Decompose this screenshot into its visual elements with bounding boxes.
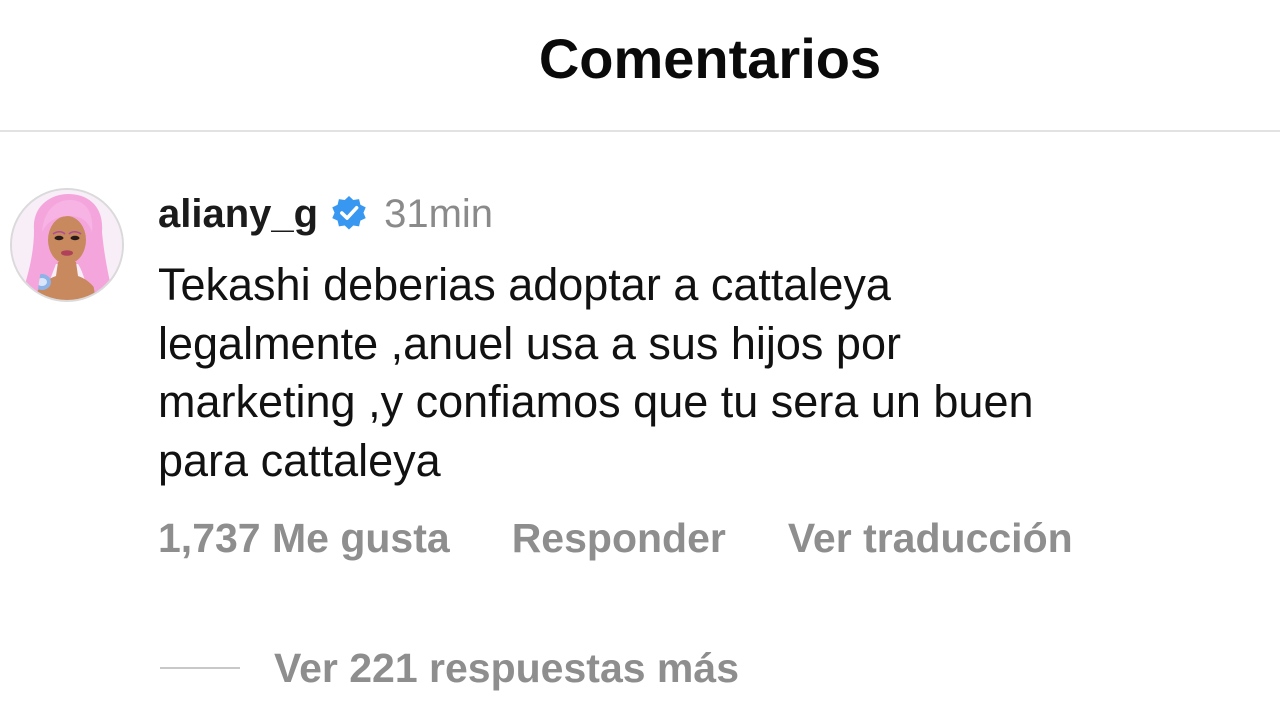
comment-text: Tekashi deberias adoptar a cattaleya leg… xyxy=(158,256,1218,490)
comment-meta: aliany_g 31min xyxy=(158,190,493,238)
page-title: Comentarios xyxy=(538,27,882,90)
view-replies-button[interactable]: Ver 221 respuestas más xyxy=(160,642,739,694)
comment-text-line: Tekashi deberias adoptar a cattaleya xyxy=(158,259,891,310)
avatar-image xyxy=(12,190,122,300)
avatar[interactable] xyxy=(10,188,124,302)
view-replies-label: Ver 221 respuestas más xyxy=(274,644,739,691)
comment-timestamp: 31min xyxy=(384,191,494,236)
verified-badge-icon xyxy=(332,195,366,230)
comment-item: aliany_g 31min Tekashi deberias adoptar … xyxy=(0,134,1280,720)
replies-divider xyxy=(160,667,240,669)
comments-screen: Comentarios aliany_g 31min Tekashi deber… xyxy=(0,0,1280,720)
comment-text-line: legalmente ,anuel usa a sus hijos por xyxy=(158,317,901,369)
comments-header: Comentarios xyxy=(0,0,1280,132)
comment-text-line: para cattaleya xyxy=(158,434,441,486)
comment-actions: 1,737 Me gusta Responder Ver traducción xyxy=(158,512,1073,564)
reply-button[interactable]: Responder xyxy=(512,515,726,562)
likes-count-button[interactable]: 1,737 Me gusta xyxy=(158,515,450,562)
see-translation-button[interactable]: Ver traducción xyxy=(788,515,1073,562)
comment-username[interactable]: aliany_g xyxy=(158,192,318,237)
comment-text-line: marketing ,y confiamos que tu sera un bu… xyxy=(158,376,1034,427)
